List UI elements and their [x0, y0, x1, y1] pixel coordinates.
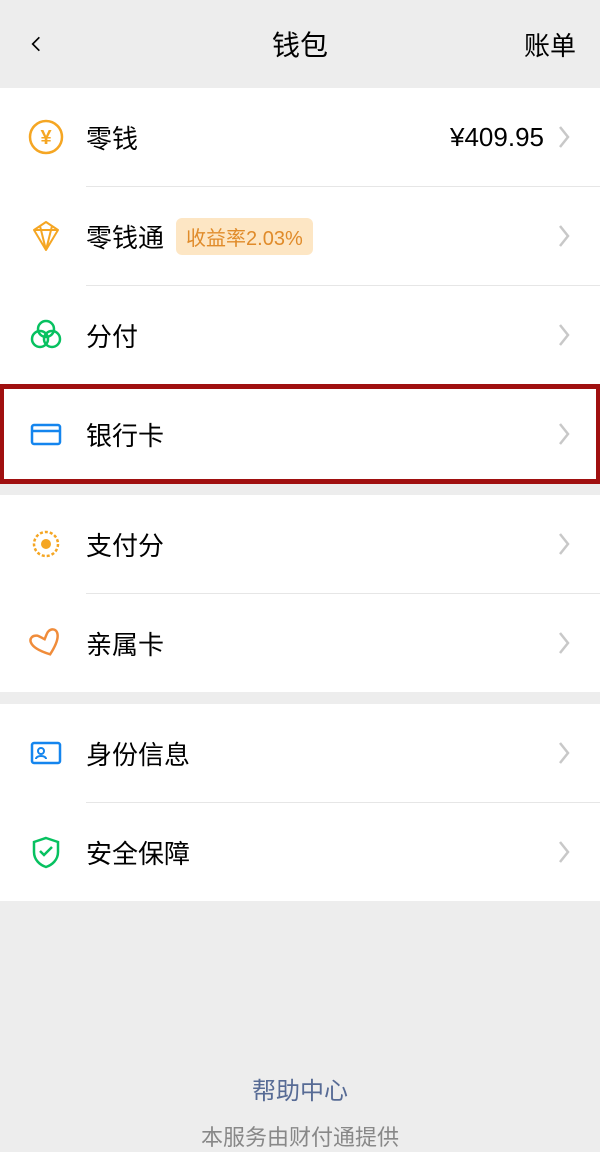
- footer: 帮助中心 本服务由财付通提供: [0, 1071, 600, 1152]
- wallet-group-services: 支付分 亲属卡: [0, 495, 600, 692]
- yield-badge: 收益率2.03%: [176, 218, 313, 255]
- balance-label: 零钱: [86, 119, 138, 156]
- wallet-group-main: ¥ 零钱 ¥409.95 零钱通 收益率2.03% 分付 银行卡: [0, 88, 600, 483]
- row-bank-card[interactable]: 银行卡: [0, 385, 600, 483]
- security-label: 安全保障: [86, 834, 190, 871]
- balance-value: ¥409.95: [450, 122, 544, 153]
- chevron-right-icon: [556, 123, 572, 151]
- id-icon: [28, 735, 64, 771]
- shield-icon: [28, 834, 64, 870]
- family-card-label: 亲属卡: [86, 625, 164, 662]
- row-identity[interactable]: 身份信息: [0, 704, 600, 802]
- row-security[interactable]: 安全保障: [0, 803, 600, 901]
- chevron-right-icon: [556, 222, 572, 250]
- row-family-card[interactable]: 亲属卡: [0, 594, 600, 692]
- coin-icon: ¥: [28, 119, 64, 155]
- wallet-group-identity: 身份信息 安全保障: [0, 704, 600, 901]
- chevron-right-icon: [556, 321, 572, 349]
- chevron-right-icon: [556, 629, 572, 657]
- chevron-right-icon: [556, 420, 572, 448]
- badge-icon: [28, 526, 64, 562]
- circles-icon: [28, 317, 64, 353]
- header-bar: 钱包 账单: [0, 0, 600, 88]
- bank-card-label: 银行卡: [86, 416, 164, 453]
- fenfu-label: 分付: [86, 317, 138, 354]
- help-center-link[interactable]: 帮助中心: [0, 1071, 600, 1106]
- diamond-icon: [28, 218, 64, 254]
- provider-text: 本服务由财付通提供: [0, 1120, 600, 1152]
- page-title: 钱包: [272, 24, 328, 64]
- chevron-right-icon: [556, 739, 572, 767]
- balance-plus-label: 零钱通: [86, 218, 164, 255]
- chevron-right-icon: [556, 530, 572, 558]
- row-balance[interactable]: ¥ 零钱 ¥409.95: [0, 88, 600, 186]
- chevron-right-icon: [556, 838, 572, 866]
- row-balance-plus[interactable]: 零钱通 收益率2.03%: [0, 187, 600, 285]
- hearts-icon: [28, 625, 64, 661]
- back-icon[interactable]: [24, 32, 48, 56]
- pay-score-label: 支付分: [86, 526, 164, 563]
- identity-label: 身份信息: [86, 735, 190, 772]
- bills-link[interactable]: 账单: [524, 26, 576, 63]
- row-pay-score[interactable]: 支付分: [0, 495, 600, 593]
- card-icon: [28, 416, 64, 452]
- row-fenfu[interactable]: 分付: [0, 286, 600, 384]
- svg-text:¥: ¥: [40, 127, 52, 149]
